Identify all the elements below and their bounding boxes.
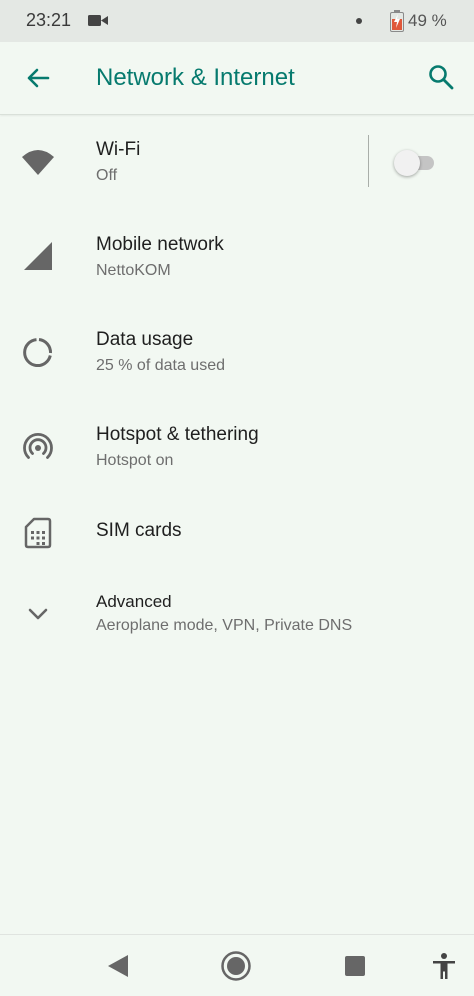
- page-title: Network & Internet: [96, 64, 295, 91]
- wifi-title: Wi-Fi: [96, 139, 141, 160]
- sim-card-icon: [24, 517, 52, 549]
- battery-icon: [390, 10, 404, 32]
- accessibility-icon[interactable]: [430, 952, 458, 980]
- search-icon[interactable]: [426, 62, 456, 92]
- hotspot-summary: Hotspot on: [96, 452, 174, 469]
- advanced-title: Advanced: [96, 592, 172, 611]
- data-usage-title: Data usage: [96, 329, 194, 350]
- divider: [368, 135, 369, 187]
- navigation-bar: [0, 934, 474, 996]
- list-item-advanced[interactable]: Advanced Aeroplane mode, VPN, Private DN…: [0, 580, 474, 675]
- screen: 23:21 49 % Network & Internet Wi-Fi Off: [0, 0, 474, 996]
- cellular-signal-icon: [24, 242, 52, 270]
- data-usage-icon: [23, 338, 52, 368]
- notification-dot-icon: [356, 18, 362, 24]
- nav-recents-icon[interactable]: [344, 955, 366, 977]
- chevron-down-icon: [28, 608, 48, 620]
- wifi-summary: Off: [96, 167, 118, 184]
- sim-cards-title: SIM cards: [96, 520, 182, 541]
- advanced-summary: Aeroplane mode, VPN, Private DNS: [96, 617, 353, 634]
- list-item-hotspot[interactable]: Hotspot & tethering Hotspot on: [0, 400, 474, 495]
- toggle-thumb: [394, 150, 420, 176]
- hotspot-title: Hotspot & tethering: [96, 424, 259, 445]
- mobile-network-summary: NettoKOM: [96, 262, 171, 279]
- data-usage-summary: 25 % of data used: [96, 357, 225, 374]
- nav-home-icon[interactable]: [220, 950, 252, 982]
- app-bar: Network & Internet: [0, 42, 474, 115]
- hotspot-icon: [23, 433, 53, 459]
- status-time: 23:21: [26, 10, 72, 30]
- status-bar: 23:21 49 %: [0, 0, 474, 42]
- wifi-icon: [22, 150, 54, 175]
- list-item-data-usage[interactable]: Data usage 25 % of data used: [0, 305, 474, 400]
- nav-back-icon[interactable]: [106, 953, 130, 979]
- wifi-toggle[interactable]: [394, 150, 440, 176]
- list-item-sim-cards[interactable]: SIM cards: [0, 495, 474, 590]
- mobile-network-title: Mobile network: [96, 234, 224, 255]
- battery-percentage: 49 %: [408, 11, 447, 30]
- list-item-mobile-network[interactable]: Mobile network NettoKOM: [0, 210, 474, 305]
- arrow-back-icon[interactable]: [22, 62, 54, 94]
- video-camera-icon: [88, 15, 108, 26]
